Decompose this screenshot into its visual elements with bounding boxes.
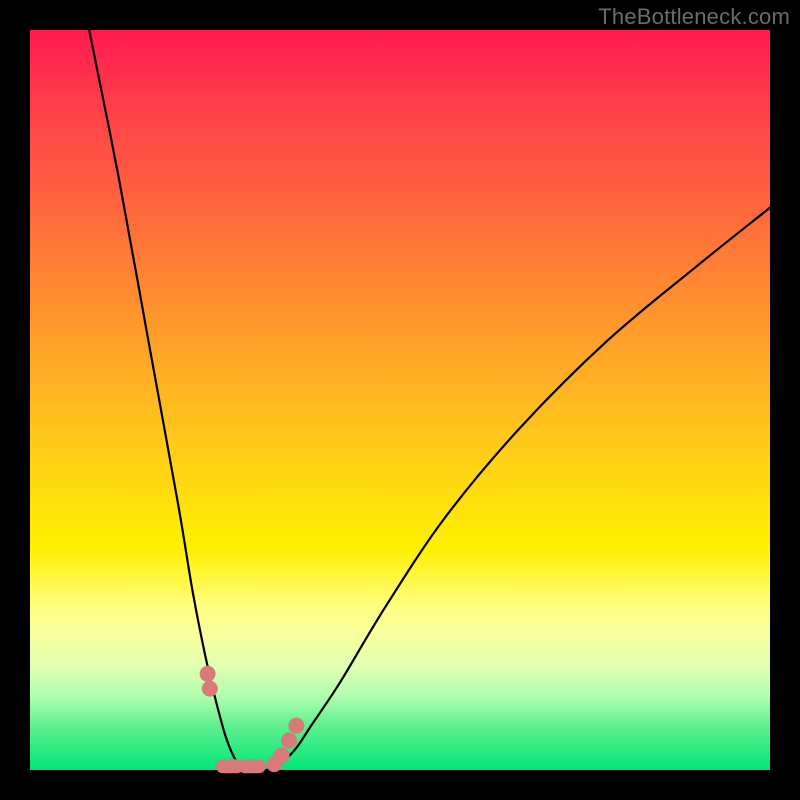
curve-marker <box>274 747 290 763</box>
bottleneck-curve <box>89 30 770 771</box>
curve-marker <box>238 759 266 773</box>
plot-area <box>30 30 770 770</box>
curve-svg <box>30 30 770 770</box>
curve-marker <box>200 666 216 682</box>
chart-frame: TheBottleneck.com <box>0 0 800 800</box>
watermark-text: TheBottleneck.com <box>598 4 790 30</box>
curve-marker <box>288 718 304 734</box>
markers-group <box>200 666 305 774</box>
curve-marker <box>202 681 218 697</box>
curve-marker <box>281 732 297 748</box>
